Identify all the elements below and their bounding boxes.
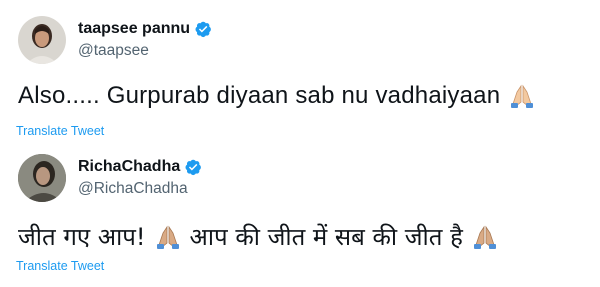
verified-badge-icon: [184, 158, 202, 176]
user-handle[interactable]: @RichaChadha: [78, 179, 202, 199]
tweet-text: जीत गए आप! आप की जीत में सब की जीत है: [18, 220, 499, 253]
avatar[interactable]: [18, 16, 66, 64]
tweet-richa: RichaChadha @RichaChadha जीत गए आप! आप क…: [0, 140, 600, 287]
user-handle[interactable]: @taapsee: [78, 41, 212, 61]
folded-hands-icon: [471, 223, 499, 251]
avatar[interactable]: [18, 154, 66, 202]
tweet-text: Also..... Gurpurab diyaan sab nu vadhaiy…: [18, 82, 536, 110]
translate-tweet-link[interactable]: Translate Tweet: [16, 124, 104, 138]
tweet-header: taapsee pannu @taapsee: [18, 16, 212, 64]
verified-badge-icon: [194, 20, 212, 38]
folded-hands-icon: [154, 223, 182, 251]
tweet-body-part1: जीत गए आप!: [18, 223, 146, 251]
tweet-body-part2: आप की जीत में सब की जीत है: [189, 223, 463, 251]
tweet-body: Also..... Gurpurab diyaan sab nu vadhaiy…: [18, 82, 501, 109]
tweet-taapsee: taapsee pannu @taapsee Also..... Gurpura…: [0, 0, 600, 140]
user-names: taapsee pannu @taapsee: [78, 19, 212, 61]
translate-tweet-link[interactable]: Translate Tweet: [16, 259, 104, 273]
display-name[interactable]: RichaChadha: [78, 157, 180, 177]
user-names: RichaChadha @RichaChadha: [78, 157, 202, 199]
display-name[interactable]: taapsee pannu: [78, 19, 190, 39]
folded-hands-icon: [508, 82, 536, 110]
tweet-header: RichaChadha @RichaChadha: [18, 154, 202, 202]
